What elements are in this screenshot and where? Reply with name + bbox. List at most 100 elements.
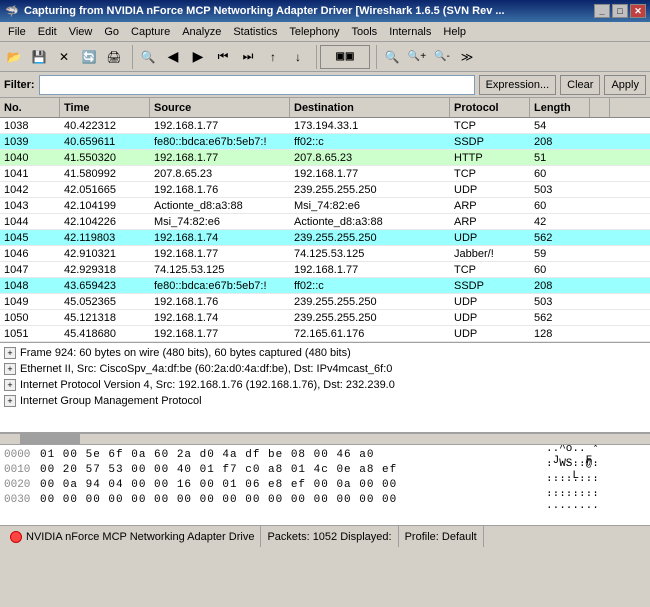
toolbar-prev[interactable]: ◀	[161, 45, 185, 69]
menu-view[interactable]: View	[63, 22, 99, 41]
toolbar-next[interactable]: ▶	[186, 45, 210, 69]
toolbar-down[interactable]: ↓	[286, 45, 310, 69]
packet-cell: 42.119803	[60, 230, 150, 245]
packet-cell: 42.929318	[60, 262, 150, 277]
toolbar-find-packet[interactable]: 🔍	[136, 45, 160, 69]
menu-telephony[interactable]: Telephony	[283, 22, 345, 41]
menu-help[interactable]: Help	[437, 22, 472, 41]
hex-bytes-2: 00 0a 94 04 00 00 16 00 01 06 e8 ef 00 0…	[40, 479, 542, 491]
packet-cell: 192.168.1.77	[150, 326, 290, 341]
packet-row[interactable]: 103940.659611fe80::bdca:e67b:5eb7:!ff02:…	[0, 134, 650, 150]
packet-cell: 562	[530, 310, 590, 325]
toolbar-open[interactable]: 📂	[2, 45, 26, 69]
packet-cell: 1049	[0, 294, 60, 309]
packet-cell	[590, 342, 610, 343]
toolbar: 📂 💾 ✕ 🔄 🖨 🔍 ◀ ▶ ⏮ ⏭ ↑ ↓ ▣▣ 🔍 🔍+ 🔍- ≫	[0, 42, 650, 72]
filter-label: Filter:	[4, 79, 35, 91]
packet-row[interactable]: 105246.659410fe80::bdca:e67b:5eb7:!ff02:…	[0, 342, 650, 343]
toolbar-close-capture[interactable]: ✕	[52, 45, 76, 69]
packet-row[interactable]: 104242.051665192.168.1.76239.255.255.250…	[0, 182, 650, 198]
packet-cell: 1048	[0, 278, 60, 293]
toolbar-sep2	[313, 45, 317, 69]
packet-cell: 42.910321	[60, 246, 150, 261]
hex-bytes-1: 00 20 57 53 00 00 40 01 f7 c0 a8 01 4c 0…	[40, 464, 542, 476]
toolbar-up[interactable]: ↑	[261, 45, 285, 69]
packet-row[interactable]: 104642.910321192.168.1.7774.125.53.125Ja…	[0, 246, 650, 262]
hex-ascii-3: ........ ........	[546, 488, 646, 512]
menu-file[interactable]: File	[2, 22, 32, 41]
toolbar-more[interactable]: ≫	[455, 45, 479, 69]
packet-row[interactable]: 105045.121318192.168.1.74239.255.255.250…	[0, 310, 650, 326]
packet-cell: 42	[530, 214, 590, 229]
toolbar-print[interactable]: 🖨	[102, 45, 126, 69]
packet-count: Packets: 1052 Displayed:	[267, 531, 391, 543]
close-button[interactable]: ✕	[630, 4, 646, 18]
packet-row[interactable]: 104141.580992207.8.65.23192.168.1.77TCP6…	[0, 166, 650, 182]
packet-cell: 1044	[0, 214, 60, 229]
detail-expand-4[interactable]: +	[4, 395, 16, 407]
detail-expand-3[interactable]: +	[4, 379, 16, 391]
packet-cell: 207.8.65.23	[290, 150, 450, 165]
packet-row[interactable]: 103840.422312192.168.1.77173.194.33.1TCP…	[0, 118, 650, 134]
filter-input[interactable]	[39, 75, 475, 95]
col-destination: Destination	[290, 98, 450, 117]
packet-row[interactable]: 105145.418680192.168.1.7772.165.61.176UD…	[0, 326, 650, 342]
packet-cell	[590, 150, 610, 165]
packet-cell: 74.125.53.125	[150, 262, 290, 277]
packet-cell: 40.659611	[60, 134, 150, 149]
toolbar-zoom-default[interactable]: 🔍	[380, 45, 404, 69]
toolbar-save[interactable]: 💾	[27, 45, 51, 69]
minimize-button[interactable]: _	[594, 4, 610, 18]
packet-cell: 192.168.1.77	[290, 166, 450, 181]
details-hscroll-thumb[interactable]	[20, 434, 80, 444]
packet-row[interactable]: 104945.052365192.168.1.76239.255.255.250…	[0, 294, 650, 310]
profile-name: Profile: Default	[405, 531, 477, 543]
packet-row[interactable]: 104843.659423fe80::bdca:e67b:5eb7:!ff02:…	[0, 278, 650, 294]
toolbar-zoom-out[interactable]: 🔍-	[430, 45, 454, 69]
packet-cell: 192.168.1.76	[150, 182, 290, 197]
packet-cell: 239.255.255.250	[290, 310, 450, 325]
titlebar-controls[interactable]: _ □ ✕	[594, 4, 646, 18]
menu-statistics[interactable]: Statistics	[227, 22, 283, 41]
packet-cell	[590, 278, 610, 293]
hex-offset-2: 0020	[4, 479, 36, 491]
toolbar-capture-interfaces[interactable]: ▣▣	[320, 45, 370, 69]
packet-row[interactable]: 104041.550320192.168.1.77207.8.65.23HTTP…	[0, 150, 650, 166]
adapter-name: NVIDIA nForce MCP Networking Adapter Dri…	[26, 531, 254, 543]
menu-internals[interactable]: Internals	[383, 22, 437, 41]
expression-button[interactable]: Expression...	[479, 75, 557, 95]
packet-cell: 192.168.1.74	[150, 310, 290, 325]
toolbar-first[interactable]: ⏮	[211, 45, 235, 69]
menu-go[interactable]: Go	[98, 22, 125, 41]
apply-button[interactable]: Apply	[604, 75, 646, 95]
packet-cell: 239.255.255.250	[290, 294, 450, 309]
title-bar: 🦈 Capturing from NVIDIA nForce MCP Netwo…	[0, 0, 650, 22]
packet-cell: 1052	[0, 342, 60, 343]
packet-cell: 192.168.1.77	[150, 118, 290, 133]
packet-row[interactable]: 104742.92931874.125.53.125192.168.1.77TC…	[0, 262, 650, 278]
detail-expand-1[interactable]: +	[4, 347, 16, 359]
packet-cell: fe80::bdca:e67b:5eb7:!	[150, 278, 290, 293]
packet-row[interactable]: 104542.119803192.168.1.74239.255.255.250…	[0, 230, 650, 246]
status-bar: NVIDIA nForce MCP Networking Adapter Dri…	[0, 525, 650, 547]
col-protocol: Protocol	[450, 98, 530, 117]
packet-row[interactable]: 104442.104226Msi_74:82:e6Actionte_d8:a3:…	[0, 214, 650, 230]
toolbar-last[interactable]: ⏭	[236, 45, 260, 69]
detail-row-4: + Internet Group Management Protocol	[2, 393, 648, 409]
packet-row[interactable]: 104342.104199Actionte_d8:a3:88Msi_74:82:…	[0, 198, 650, 214]
toolbar-reload[interactable]: 🔄	[77, 45, 101, 69]
details-hscroll[interactable]	[0, 433, 650, 445]
maximize-button[interactable]: □	[612, 4, 628, 18]
packet-cell: 1039	[0, 134, 60, 149]
menu-analyze[interactable]: Analyze	[176, 22, 227, 41]
clear-button[interactable]: Clear	[560, 75, 600, 95]
packet-rows: 103840.422312192.168.1.77173.194.33.1TCP…	[0, 118, 650, 343]
hex-offset-1: 0010	[4, 464, 36, 476]
toolbar-zoom-in[interactable]: 🔍+	[405, 45, 429, 69]
packet-cell	[590, 182, 610, 197]
menu-tools[interactable]: Tools	[346, 22, 384, 41]
menu-edit[interactable]: Edit	[32, 22, 63, 41]
packet-cell: 192.168.1.77	[290, 262, 450, 277]
detail-expand-2[interactable]: +	[4, 363, 16, 375]
menu-capture[interactable]: Capture	[125, 22, 176, 41]
